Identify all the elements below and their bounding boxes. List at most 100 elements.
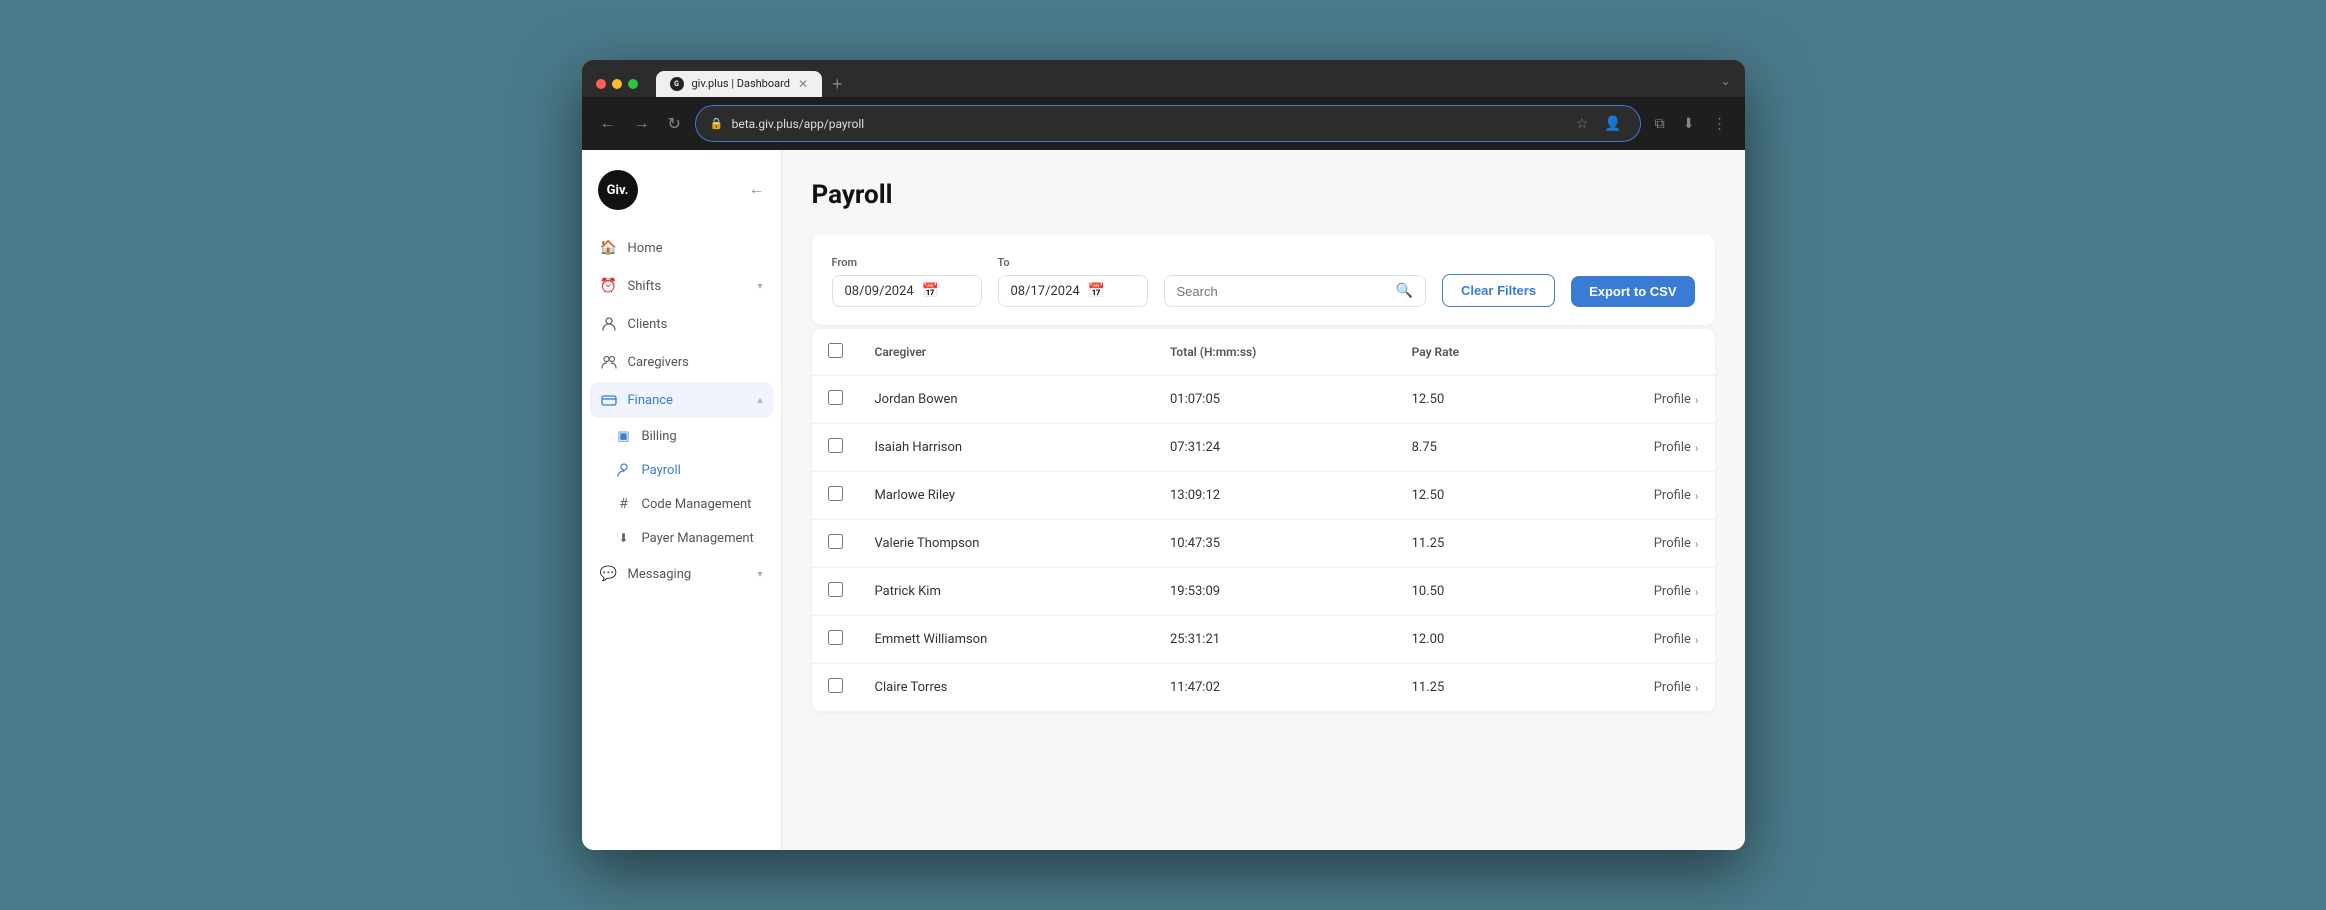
maximize-button[interactable] bbox=[628, 79, 638, 89]
sidebar-label-billing: Billing bbox=[642, 429, 677, 444]
export-csv-button[interactable]: Export to CSV bbox=[1571, 276, 1694, 307]
browser-titlebar: G giv.plus | Dashboard ✕ + ⌄ bbox=[582, 60, 1745, 97]
forward-button[interactable]: → bbox=[630, 111, 654, 137]
sidebar-label-code-management: Code Management bbox=[642, 497, 752, 512]
row-caregiver-name: Valerie Thompson bbox=[859, 520, 1154, 568]
row-checkbox-5[interactable] bbox=[828, 630, 843, 645]
sidebar-item-finance[interactable]: Finance ▴ bbox=[590, 382, 773, 418]
sidebar-item-home[interactable]: 🏠 Home bbox=[590, 230, 773, 266]
row-checkbox-cell bbox=[812, 424, 859, 472]
close-button[interactable] bbox=[596, 79, 606, 89]
filter-bar: From 08/09/2024 📅 To 08/17/2024 📅 🔍 bbox=[812, 234, 1715, 325]
table-row[interactable]: Valerie Thompson 10:47:35 11.25 Profile … bbox=[812, 520, 1715, 568]
row-profile-link[interactable]: Profile › bbox=[1558, 664, 1715, 712]
sidebar-item-messaging[interactable]: 💬 Messaging ▾ bbox=[590, 556, 773, 592]
row-checkbox-1[interactable] bbox=[828, 438, 843, 453]
row-checkbox-2[interactable] bbox=[828, 486, 843, 501]
profile-icon[interactable]: 👤 bbox=[1600, 111, 1625, 136]
sidebar-label-payer-management: Payer Management bbox=[642, 531, 754, 546]
row-profile-link[interactable]: Profile › bbox=[1558, 376, 1715, 424]
row-checkbox-cell bbox=[812, 472, 859, 520]
browser-addressbar: ← → ↻ 🔒 beta.giv.plus/app/payroll ☆ 👤 ⧉ … bbox=[582, 97, 1745, 150]
messaging-icon: 💬 bbox=[600, 565, 618, 583]
from-date-input[interactable]: 08/09/2024 📅 bbox=[832, 275, 982, 307]
row-profile-link[interactable]: Profile › bbox=[1558, 472, 1715, 520]
table-row[interactable]: Isaiah Harrison 07:31:24 8.75 Profile › bbox=[812, 424, 1715, 472]
active-tab[interactable]: G giv.plus | Dashboard ✕ bbox=[656, 71, 823, 97]
app-logo: Giv. bbox=[598, 170, 638, 210]
sidebar-item-clients[interactable]: Clients bbox=[590, 306, 773, 342]
row-checkbox-cell bbox=[812, 664, 859, 712]
row-checkbox-3[interactable] bbox=[828, 534, 843, 549]
clock-icon: ⏰ bbox=[600, 277, 618, 295]
row-checkbox-cell bbox=[812, 520, 859, 568]
tab-title: giv.plus | Dashboard bbox=[692, 77, 790, 90]
row-profile-link[interactable]: Profile › bbox=[1558, 520, 1715, 568]
tab-favicon: G bbox=[670, 77, 684, 91]
payroll-table-container: Caregiver Total (H:mm:ss) Pay Rate Jorda… bbox=[812, 329, 1715, 712]
refresh-button[interactable]: ↻ bbox=[664, 110, 685, 138]
profile-link-text: Profile bbox=[1654, 392, 1691, 407]
download-icon[interactable]: ⬇ bbox=[1679, 111, 1699, 136]
table-row[interactable]: Emmett Williamson 25:31:21 12.00 Profile… bbox=[812, 616, 1715, 664]
address-field[interactable]: 🔒 beta.giv.plus/app/payroll ☆ 👤 bbox=[695, 105, 1641, 142]
sidebar-subitem-payer-management[interactable]: ⬇ Payer Management bbox=[606, 522, 773, 554]
row-total-time: 11:47:02 bbox=[1154, 664, 1396, 712]
tab-close-button[interactable]: ✕ bbox=[798, 78, 808, 90]
browser-menu-icon[interactable]: ⋮ bbox=[1709, 111, 1731, 136]
select-all-checkbox[interactable] bbox=[828, 343, 843, 358]
clear-filters-button[interactable]: Clear Filters bbox=[1442, 274, 1555, 307]
sidebar-subitem-billing[interactable]: ▣ Billing bbox=[606, 420, 773, 452]
profile-link-text: Profile bbox=[1654, 488, 1691, 503]
table-row[interactable]: Claire Torres 11:47:02 11.25 Profile › bbox=[812, 664, 1715, 712]
to-date-input[interactable]: 08/17/2024 📅 bbox=[998, 275, 1148, 307]
minimize-button[interactable] bbox=[612, 79, 622, 89]
profile-link-text: Profile bbox=[1654, 584, 1691, 599]
row-total-time: 01:07:05 bbox=[1154, 376, 1396, 424]
search-wrapper: 🔍 bbox=[1164, 275, 1426, 307]
row-caregiver-name: Jordan Bowen bbox=[859, 376, 1154, 424]
profile-chevron-icon: › bbox=[1695, 393, 1699, 407]
row-checkbox-4[interactable] bbox=[828, 582, 843, 597]
sidebar-label-finance: Finance bbox=[628, 393, 748, 408]
from-filter-group: From 08/09/2024 📅 bbox=[832, 256, 982, 307]
profile-link-text: Profile bbox=[1654, 536, 1691, 551]
finance-icon bbox=[600, 391, 618, 409]
to-date-value: 08/17/2024 bbox=[1011, 284, 1080, 299]
sidebar-item-shifts[interactable]: ⏰ Shifts ▾ bbox=[590, 268, 773, 304]
browser-window: G giv.plus | Dashboard ✕ + ⌄ ← → ↻ 🔒 bet… bbox=[582, 60, 1745, 850]
chevron-up-icon: ▴ bbox=[757, 395, 762, 406]
row-checkbox-0[interactable] bbox=[828, 390, 843, 405]
back-button[interactable]: ← bbox=[596, 111, 620, 137]
search-input[interactable] bbox=[1177, 284, 1388, 299]
to-label: To bbox=[998, 256, 1148, 269]
payroll-table: Caregiver Total (H:mm:ss) Pay Rate Jorda… bbox=[812, 329, 1715, 712]
row-profile-link[interactable]: Profile › bbox=[1558, 568, 1715, 616]
from-calendar-icon[interactable]: 📅 bbox=[922, 283, 939, 299]
profile-chevron-icon: › bbox=[1695, 441, 1699, 455]
extensions-icon[interactable]: ⧉ bbox=[1651, 111, 1669, 136]
row-pay-rate: 12.50 bbox=[1396, 376, 1558, 424]
to-calendar-icon[interactable]: 📅 bbox=[1088, 283, 1105, 299]
row-profile-link[interactable]: Profile › bbox=[1558, 424, 1715, 472]
finance-submenu: ▣ Billing Payroll # bbox=[590, 420, 773, 554]
profile-link-text: Profile bbox=[1654, 632, 1691, 647]
table-row[interactable]: Patrick Kim 19:53:09 10.50 Profile › bbox=[812, 568, 1715, 616]
row-caregiver-name: Claire Torres bbox=[859, 664, 1154, 712]
window-menu-icon[interactable]: ⌄ bbox=[1720, 74, 1730, 88]
table-row[interactable]: Jordan Bowen 01:07:05 12.50 Profile › bbox=[812, 376, 1715, 424]
sidebar-subitem-payroll[interactable]: Payroll bbox=[606, 454, 773, 486]
search-icon: 🔍 bbox=[1396, 283, 1413, 299]
bookmark-icon[interactable]: ☆ bbox=[1572, 111, 1593, 136]
new-tab-button[interactable]: + bbox=[824, 71, 851, 97]
sidebar-subitem-code-management[interactable]: # Code Management bbox=[606, 488, 773, 520]
row-profile-link[interactable]: Profile › bbox=[1558, 616, 1715, 664]
sidebar-item-caregivers[interactable]: Caregivers bbox=[590, 344, 773, 380]
sidebar-collapse-button[interactable]: ← bbox=[749, 181, 765, 199]
row-pay-rate: 11.25 bbox=[1396, 664, 1558, 712]
window-controls bbox=[596, 79, 638, 89]
table-row[interactable]: Marlowe Riley 13:09:12 12.50 Profile › bbox=[812, 472, 1715, 520]
row-checkbox-6[interactable] bbox=[828, 678, 843, 693]
to-filter-group: To 08/17/2024 📅 bbox=[998, 256, 1148, 307]
chevron-down-icon: ▾ bbox=[757, 281, 762, 292]
